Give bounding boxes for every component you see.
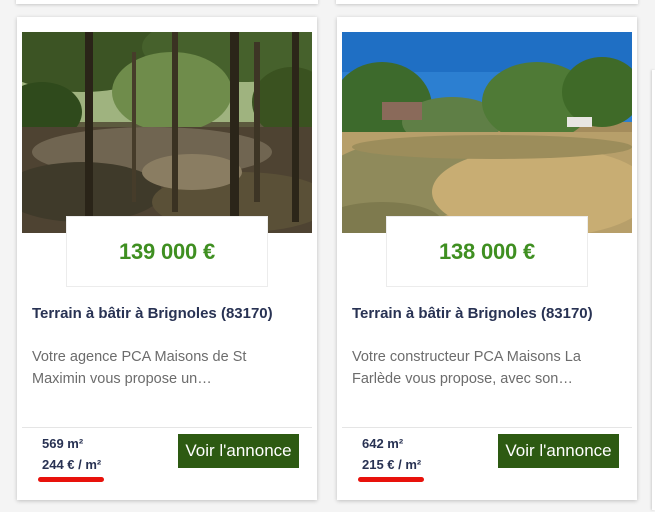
divider: [22, 427, 312, 428]
listing-card[interactable]: 138 000 € Terrain à bâtir à Brignoles (8…: [337, 17, 637, 500]
meadow-photo[interactable]: [342, 32, 632, 233]
view-listing-button[interactable]: Voir l'annonce: [178, 434, 299, 468]
price-per-m2: 244 € / m²: [42, 457, 102, 472]
price: 139 000 €: [118, 238, 216, 264]
listing-title[interactable]: Terrain à bâtir à Brignoles (83170): [32, 305, 307, 322]
area: 642 m²: [362, 436, 404, 451]
price-per-m2: 215 € / m²: [362, 457, 422, 472]
view-listing-button[interactable]: Voir l'annonce: [498, 434, 619, 468]
forest-photo[interactable]: [22, 32, 312, 233]
area: 569 m²: [42, 436, 84, 451]
previous-row-edge: [0, 0, 655, 10]
listing-card[interactable]: 139 000 € Terrain à bâtir à Brignoles (8…: [17, 17, 317, 500]
red-underline-annotation: [358, 477, 424, 482]
red-underline-annotation: [38, 477, 104, 482]
price-box: 138 000 €: [387, 217, 587, 286]
listing-description: Votre constructeur PCA Maisons La Farlèd…: [352, 349, 581, 387]
listing-description: Votre agence PCA Maisons de St Maximin v…: [32, 349, 247, 387]
divider: [342, 427, 632, 428]
price: 138 000 €: [438, 238, 536, 264]
listing-title[interactable]: Terrain à bâtir à Brignoles (83170): [352, 305, 627, 322]
price-box: 139 000 €: [67, 217, 267, 286]
